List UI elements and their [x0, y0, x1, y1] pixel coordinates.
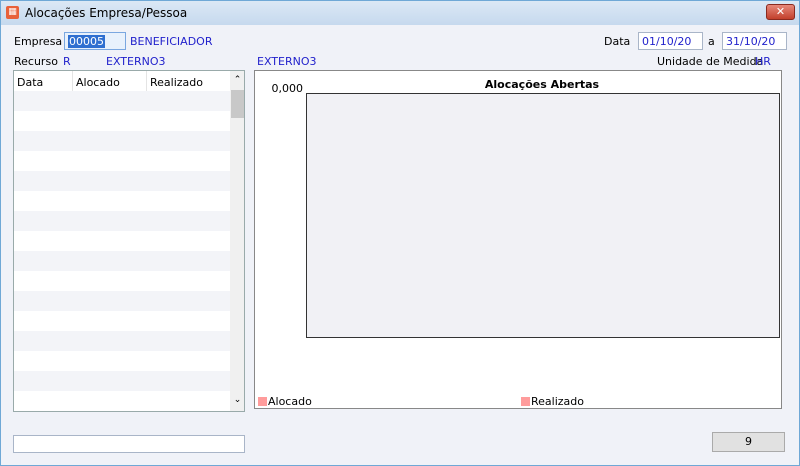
app-icon: ▦ — [6, 6, 19, 19]
title-bar: ▦ Alocações Empresa/Pessoa ✕ — [1, 1, 799, 25]
table-row[interactable] — [14, 351, 230, 371]
window: ▦ Alocações Empresa/Pessoa ✕ Empresa 000… — [0, 0, 800, 466]
recurso-name-secondary: EXTERNO3 — [257, 55, 317, 68]
status-field[interactable] — [13, 435, 245, 453]
table-row[interactable] — [14, 251, 230, 271]
table-row[interactable] — [14, 311, 230, 331]
legend-label-alocado: Alocado — [268, 395, 312, 408]
empresa-label: Empresa — [14, 35, 63, 48]
table-row[interactable] — [14, 291, 230, 311]
table-row[interactable] — [14, 151, 230, 171]
table-row[interactable] — [14, 371, 230, 391]
scroll-thumb[interactable] — [231, 90, 244, 118]
date-to-input[interactable]: 31/10/20 — [722, 32, 787, 50]
table-row[interactable] — [14, 331, 230, 351]
legend-swatch-alocado — [258, 397, 267, 406]
chart-panel: Alocações Abertas 0,000 Alocado Realizad… — [254, 70, 782, 409]
legend-swatch-realizado — [521, 397, 530, 406]
table-row[interactable] — [14, 91, 230, 111]
chart-title: Alocações Abertas — [485, 78, 600, 91]
vertical-scrollbar[interactable]: ⌃ ⌄ — [230, 71, 244, 411]
table-row[interactable] — [14, 171, 230, 191]
table-row[interactable] — [14, 271, 230, 291]
allocations-grid[interactable]: Data Alocado Realizado ⌃ ⌄ — [13, 70, 245, 412]
column-header-alocado[interactable]: Alocado — [73, 71, 147, 91]
unidade-label: Unidade de Medida — [657, 55, 764, 68]
plot-area — [306, 93, 780, 338]
table-row[interactable] — [14, 191, 230, 211]
chart-svg: Alocações Abertas 0,000 — [272, 78, 780, 338]
table-row[interactable] — [14, 231, 230, 251]
date-from-input[interactable]: 01/10/20 — [638, 32, 703, 50]
column-header-data[interactable]: Data — [14, 71, 73, 91]
scroll-up-icon[interactable]: ⌃ — [230, 71, 244, 89]
count-button[interactable]: 9 — [712, 432, 785, 452]
y-tick-label: 0,000 — [272, 82, 304, 95]
table-row[interactable] — [14, 391, 230, 411]
empresa-name: BENEFICIADOR — [130, 35, 213, 48]
table-row[interactable] — [14, 111, 230, 131]
grid-header: Data Alocado Realizado — [14, 71, 230, 91]
column-header-realizado[interactable]: Realizado — [147, 71, 230, 91]
legend-label-realizado: Realizado — [531, 395, 584, 408]
empresa-code-input[interactable]: 00005 — [64, 32, 126, 50]
recurso-name: EXTERNO3 — [106, 55, 166, 68]
scroll-down-icon[interactable]: ⌄ — [230, 395, 244, 411]
close-button[interactable]: ✕ — [766, 4, 795, 20]
data-label: Data — [604, 35, 631, 48]
recurso-label: Recurso — [14, 55, 58, 68]
window-title: Alocações Empresa/Pessoa — [25, 6, 188, 20]
date-separator: a — [708, 35, 715, 48]
table-row[interactable] — [14, 131, 230, 151]
recurso-code: R — [63, 55, 71, 68]
legend-item-realizado: Realizado — [521, 395, 584, 408]
unidade-value: HR — [755, 55, 771, 68]
table-row[interactable] — [14, 211, 230, 231]
legend-item-alocado: Alocado — [258, 395, 312, 408]
empresa-code-value: 00005 — [68, 35, 105, 48]
